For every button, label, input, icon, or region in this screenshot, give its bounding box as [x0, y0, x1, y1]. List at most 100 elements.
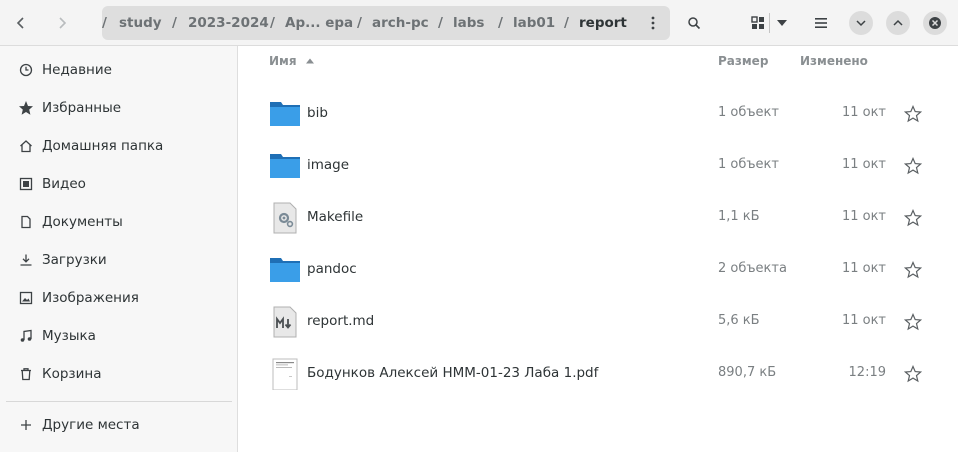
file-size: 2 объекта: [718, 261, 787, 276]
path-root-separator[interactable]: /: [102, 15, 107, 31]
pdf-file-icon: [272, 358, 298, 390]
file-row[interactable]: Бодунков Алексей НММ-01-23 Лаба 1.pdf 89…: [239, 348, 958, 400]
file-modified: 11 окт: [841, 105, 886, 120]
sidebar-item-videos[interactable]: Видео: [0, 165, 238, 203]
sidebar-item-label: Видео: [42, 176, 86, 192]
chevron-up-icon: [893, 19, 903, 26]
home-icon: [18, 138, 34, 154]
file-row[interactable]: image 1 объект 11 окт: [239, 140, 958, 192]
file-name: image: [307, 157, 350, 173]
chevron-down-icon: [856, 20, 866, 27]
star-outline-icon[interactable]: [904, 105, 922, 123]
file-name: bib: [307, 105, 328, 121]
file-modified: 11 окт: [841, 313, 886, 328]
sidebar-item-label: Домашняя папка: [42, 138, 164, 154]
file-row[interactable]: report.md 5,6 кБ 11 окт: [239, 296, 958, 348]
triangle-down-icon: [777, 20, 787, 26]
file-name: Бодунков Алексей НММ-01-23 Лаба 1.pdf: [307, 365, 599, 381]
file-size: 1 объект: [718, 105, 779, 120]
sidebar: Недавние Избранные Домашняя папка Видео …: [0, 46, 238, 452]
close-icon: [929, 17, 941, 29]
makefile-icon: [273, 202, 297, 234]
file-size: 1 объект: [718, 157, 779, 172]
music-icon: [18, 328, 34, 344]
path-separator: /: [357, 15, 362, 31]
vertical-dots-icon: [651, 16, 655, 30]
sidebar-item-home[interactable]: Домашняя папка: [0, 127, 238, 165]
path-menu-button[interactable]: [644, 14, 662, 32]
star-outline-icon[interactable]: [904, 209, 922, 227]
chevron-right-icon: [59, 17, 67, 29]
sidebar-item-label: Документы: [42, 214, 123, 230]
main-menu-button[interactable]: [807, 9, 835, 37]
path-crumb-report[interactable]: report: [579, 15, 627, 31]
star-outline-icon[interactable]: [904, 365, 922, 383]
chevron-left-icon: [16, 17, 24, 29]
search-button[interactable]: [680, 9, 708, 37]
file-modified: 11 окт: [841, 261, 886, 276]
download-icon: [18, 252, 34, 268]
path-separator: /: [438, 15, 443, 31]
sidebar-item-label: Другие места: [42, 417, 140, 433]
file-row[interactable]: pandoc 2 объекта 11 окт: [239, 244, 958, 296]
column-size-label: Размер: [718, 54, 769, 68]
file-name: report.md: [307, 313, 375, 329]
column-header-size[interactable]: Размер: [718, 46, 768, 76]
path-crumb-study[interactable]: study: [119, 15, 162, 31]
star-outline-icon[interactable]: [904, 157, 922, 175]
sidebar-item-label: Недавние: [42, 62, 112, 78]
document-icon: [18, 214, 34, 230]
video-icon: [18, 176, 34, 192]
minimize-button[interactable]: [849, 11, 873, 35]
star-outline-icon[interactable]: [904, 261, 922, 279]
view-divider: [769, 13, 770, 33]
file-modified: 11 окт: [841, 157, 886, 172]
sidebar-divider: [6, 401, 232, 402]
file-row[interactable]: bib 1 объект 11 окт: [239, 88, 958, 140]
back-button[interactable]: [7, 9, 35, 37]
path-separator: /: [270, 15, 275, 31]
sidebar-item-other-places[interactable]: Другие места: [0, 406, 238, 444]
header-bar: / study / 2023-2024 / Ар... ера / arch-p…: [0, 0, 958, 46]
column-header-modified[interactable]: Изменено: [800, 46, 868, 76]
sidebar-item-music[interactable]: Музыка: [0, 317, 238, 355]
sidebar-item-trash[interactable]: Корзина: [0, 355, 238, 393]
sidebar-item-label: Изображения: [42, 290, 139, 306]
file-name: Makefile: [307, 209, 364, 225]
maximize-button[interactable]: [886, 11, 910, 35]
file-list: Имя Размер Изменено bib 1 объект 11 окт …: [239, 46, 958, 452]
path-separator: /: [498, 15, 503, 31]
path-crumb-lab01[interactable]: lab01: [513, 15, 555, 31]
folder-icon: [270, 258, 300, 282]
plus-icon: [18, 417, 34, 433]
view-options-button[interactable]: [744, 9, 800, 37]
sidebar-item-recent[interactable]: Недавние: [0, 51, 238, 89]
sidebar-item-label: Музыка: [42, 328, 96, 344]
image-icon: [18, 290, 34, 306]
file-modified: 11 окт: [841, 209, 886, 224]
sidebar-item-documents[interactable]: Документы: [0, 203, 238, 241]
path-bar: / study / 2023-2024 / Ар... ера / arch-p…: [102, 6, 670, 40]
folder-icon: [270, 154, 300, 178]
star-outline-icon[interactable]: [904, 313, 922, 331]
path-crumb-2023-2024[interactable]: 2023-2024: [188, 15, 269, 31]
column-header-name[interactable]: Имя: [269, 46, 315, 76]
search-icon: [688, 17, 701, 30]
file-row[interactable]: Makefile 1,1 кБ 11 окт: [239, 192, 958, 244]
clock-icon: [18, 62, 34, 78]
sidebar-item-label: Загрузки: [42, 252, 107, 268]
file-manager-window: / study / 2023-2024 / Ар... ера / arch-p…: [0, 0, 958, 452]
grid-view-icon: [751, 16, 764, 29]
forward-button[interactable]: [48, 9, 76, 37]
close-button[interactable]: [923, 11, 947, 35]
path-crumb-arch-pc[interactable]: arch-pc: [372, 15, 429, 31]
sidebar-item-starred[interactable]: Избранные: [0, 89, 238, 127]
sidebar-item-pictures[interactable]: Изображения: [0, 279, 238, 317]
path-crumb-arch[interactable]: Ар... ера: [285, 15, 353, 31]
sidebar-item-downloads[interactable]: Загрузки: [0, 241, 238, 279]
path-crumb-labs[interactable]: labs: [453, 15, 484, 31]
trash-icon: [18, 366, 34, 382]
markdown-file-icon: [273, 306, 297, 338]
file-modified: 12:19: [848, 365, 886, 380]
file-name: pandoc: [307, 261, 357, 277]
